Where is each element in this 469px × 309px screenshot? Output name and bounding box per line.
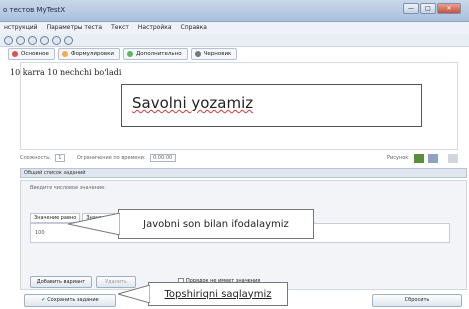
save-task-button[interactable]: ✔ Сохранить задание — [24, 294, 116, 307]
add-variant-button[interactable]: Добавить вариант — [30, 276, 92, 288]
menu-item-text[interactable]: Текст — [111, 22, 129, 34]
settings-icon[interactable] — [64, 35, 73, 45]
close-button[interactable]: ✕ — [437, 3, 461, 14]
window-titlebar: o тестов MyTestX — □ ✕ — [0, 0, 469, 22]
callout-save-text: Topshiriqni saqlaymiz — [164, 288, 272, 300]
new-icon[interactable] — [4, 35, 13, 45]
menu-item-tasks[interactable]: нструкций — [4, 22, 38, 34]
time-label: Ограничение по времени: — [76, 155, 146, 161]
callout-save-arrow — [118, 285, 150, 303]
menu-bar: нструкций Параметры теста Текст Настройк… — [0, 22, 469, 34]
draft-tab-icon — [194, 51, 201, 57]
callout-save: Topshiriqni saqlaymiz — [148, 282, 288, 306]
question-status-row: Сложность: 1 Ограничение по времени: 0:0… — [20, 152, 458, 164]
editor-tabs: Основное Формулировки Дополнительно Черн… — [8, 48, 238, 61]
picture-icon[interactable] — [414, 153, 424, 163]
answer-value: 100 — [35, 230, 45, 236]
menu-item-help[interactable]: Справка — [181, 22, 207, 34]
image-icon[interactable] — [428, 153, 438, 163]
callout-write-question: Savolni yozamiz — [121, 84, 422, 127]
maximize-button[interactable]: □ — [420, 3, 436, 14]
undo-icon[interactable] — [40, 35, 49, 45]
callout-answer: Javobni son bilan ifodalaymiz — [118, 209, 314, 239]
additional-tab-icon — [127, 51, 133, 57]
save-icon[interactable] — [28, 35, 37, 45]
callout-answer-text: Javobni son bilan ifodalaymiz — [143, 218, 289, 230]
tab-label: Формулировки — [70, 51, 114, 57]
menu-item-test-params[interactable]: Параметры теста — [47, 22, 103, 34]
open-icon[interactable] — [16, 35, 25, 45]
answer-hint: Введите числовое значение: — [30, 185, 106, 191]
save-task-label: Сохранить задание — [47, 297, 99, 303]
tab-label: Черновик — [203, 51, 232, 57]
callout-main-text: Savolni yozamiz — [132, 94, 254, 112]
minimize-button[interactable]: — — [403, 3, 419, 14]
tab-additional[interactable]: Дополнительно — [123, 48, 188, 60]
task-list-header[interactable]: Общий список заданий — [20, 168, 467, 178]
main-tab-icon — [12, 51, 18, 57]
tab-label: Основное — [21, 51, 49, 57]
reset-button[interactable]: Сбросить — [372, 294, 462, 307]
redo-icon[interactable] — [52, 35, 61, 45]
tab-draft[interactable]: Черновик — [190, 48, 238, 60]
complexity-value[interactable]: 1 — [54, 154, 65, 162]
question-text[interactable]: 10 karra 10 nechchi bo'ladi — [10, 68, 121, 77]
wording-tab-icon — [61, 51, 68, 57]
complexity-label: Сложность: — [20, 155, 51, 161]
window-title: o тестов MyTestX — [3, 6, 66, 14]
window-controls: — □ ✕ — [403, 3, 461, 14]
tab-label: Дополнительно — [136, 51, 182, 57]
time-value[interactable]: 0:00:00 — [149, 154, 176, 162]
callout-answer-arrow — [68, 213, 120, 235]
clear-picture-icon[interactable] — [448, 153, 458, 163]
toolbar — [0, 34, 469, 47]
tab-wording[interactable]: Формулировки — [57, 48, 120, 60]
picture-label: Рисунок: — [386, 155, 410, 161]
menu-item-settings[interactable]: Настройка — [138, 22, 172, 34]
tab-main[interactable]: Основное — [8, 48, 55, 60]
